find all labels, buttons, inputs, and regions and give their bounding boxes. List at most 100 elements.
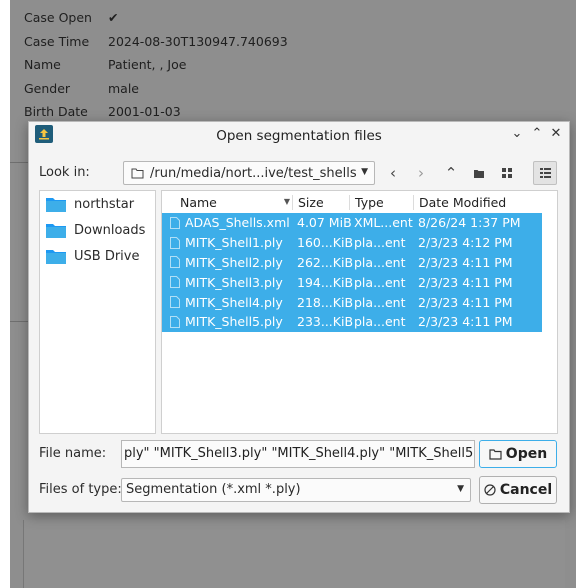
file-name: MITK_Shell4.ply: [185, 294, 283, 310]
close-icon[interactable]: ✕: [548, 126, 564, 144]
file-row[interactable]: MITK_Shell4.ply 218...KiB pla...ent 2/3/…: [162, 292, 542, 312]
background-lower-panel: [23, 520, 565, 588]
file-icon: [170, 276, 180, 289]
file-type: XML...ent: [354, 215, 413, 231]
open-file-dialog: Open segmentation files ⌄ ⌃ ✕ Look in: /…: [28, 121, 570, 513]
places-sidebar: northstar Downloads USB Drive: [39, 190, 156, 434]
file-icon: [170, 296, 180, 309]
field-label: Case Open: [24, 10, 92, 26]
file-name: MITK_Shell1.ply: [185, 235, 283, 251]
column-date-modified[interactable]: Date Modified: [413, 194, 533, 210]
sidebar-item-label: northstar: [74, 196, 135, 212]
folder-icon: [131, 168, 144, 179]
file-name-row: File name: ply" "MITK_Shell3.ply" "MITK_…: [39, 440, 559, 468]
sidebar-item-label: USB Drive: [74, 248, 140, 264]
sidebar-item-northstar[interactable]: northstar: [40, 191, 155, 217]
file-row[interactable]: MITK_Shell3.ply 194...KiB pla...ent 2/3/…: [162, 272, 542, 293]
files-of-type-label: Files of type:: [39, 482, 122, 497]
list-view-icon[interactable]: [495, 161, 519, 185]
file-type: pla...ent: [354, 314, 406, 330]
files-of-type-row: Files of type: Segmentation (*.xml *.ply…: [39, 476, 559, 504]
file-type: pla...ent: [354, 294, 406, 310]
files-of-type-combo[interactable]: Segmentation (*.xml *.ply) ▼: [121, 478, 471, 502]
field-value: 2024-08-30T130947.740693: [108, 33, 288, 49]
file-type: pla...ent: [354, 235, 406, 251]
open-button[interactable]: Open: [479, 440, 557, 468]
file-name: ADAS_Shells.xml: [185, 215, 290, 231]
file-size: 262...KiB: [297, 254, 354, 270]
case-time-row: Case Time 2024-08-30T130947.740693: [24, 30, 288, 54]
file-date: 2/3/23 4:11 PM: [418, 314, 513, 330]
field-label: Case Time: [24, 33, 90, 49]
file-icon: [170, 216, 180, 229]
field-label: Name: [24, 57, 61, 73]
path-text: /run/media/nort...ive/test_shells: [150, 166, 357, 181]
cancel-icon: [484, 484, 496, 496]
file-name-input[interactable]: ply" "MITK_Shell3.ply" "MITK_Shell4.ply"…: [121, 440, 475, 468]
column-size[interactable]: Size: [292, 194, 349, 210]
file-size: 218...KiB: [297, 294, 354, 310]
file-name-label: File name:: [39, 446, 107, 461]
field-value: 2001-01-03: [108, 104, 181, 120]
name-row: Name Patient, , Joe: [24, 53, 288, 77]
file-size: 4.07 MiB: [297, 215, 352, 231]
file-date: 2/3/23 4:11 PM: [418, 294, 513, 310]
dropdown-arrow-icon: ▼: [457, 484, 464, 494]
detail-view-icon[interactable]: [533, 161, 557, 185]
file-date: 2/3/23 4:12 PM: [418, 235, 513, 251]
look-in-row: Look in: /run/media/nort...ive/test_shel…: [39, 161, 559, 185]
file-date: 8/26/24 1:37 PM: [418, 215, 521, 231]
file-size: 160...KiB: [297, 235, 354, 251]
file-size: 233...KiB: [297, 314, 354, 330]
file-row[interactable]: MITK_Shell1.ply 160...KiB pla...ent 2/3/…: [162, 232, 542, 253]
file-size: 194...KiB: [297, 274, 354, 290]
file-name: MITK_Shell5.ply: [185, 314, 283, 330]
path-combo[interactable]: /run/media/nort...ive/test_shells ▼: [123, 161, 375, 185]
case-info: Case Open ✔ Case Time 2024-08-30T130947.74…: [24, 6, 288, 124]
file-list: Name ▼ Size Type Date Modified ADAS_Shell…: [161, 190, 558, 434]
folder-icon: [46, 224, 66, 238]
open-button-label: Open: [505, 446, 548, 462]
folder-icon: [489, 449, 502, 460]
back-icon[interactable]: ‹: [381, 161, 405, 185]
field-label: Birth Date: [24, 104, 88, 120]
sort-indicator-icon: ▼: [283, 196, 290, 206]
file-name: MITK_Shell2.ply: [185, 254, 283, 270]
parent-dir-icon[interactable]: ⌃: [439, 161, 463, 185]
birth-date-row: Birth Date 2001-01-03: [24, 100, 288, 124]
column-name[interactable]: Name ▼: [162, 195, 292, 210]
field-value: Patient, , Joe: [108, 57, 187, 73]
file-rows: ADAS_Shells.xml 4.07 MiB XML...ent 8/26/…: [162, 213, 542, 332]
sidebar-item-label: Downloads: [74, 222, 146, 238]
file-list-header: Name ▼ Size Type Date Modified: [162, 191, 557, 213]
file-type: pla...ent: [354, 274, 406, 290]
field-value: male: [108, 80, 139, 96]
file-date: 2/3/23 4:11 PM: [418, 254, 513, 270]
title-bar[interactable]: Open segmentation files ⌄ ⌃ ✕: [29, 122, 569, 149]
gender-row: Gender male: [24, 77, 288, 101]
folder-icon: [46, 250, 66, 264]
file-icon: [170, 315, 180, 328]
file-type: pla...ent: [354, 254, 406, 270]
look-in-label: Look in:: [39, 165, 90, 180]
dialog-title: Open segmentation files: [216, 127, 382, 144]
file-name: MITK_Shell3.ply: [185, 274, 283, 290]
file-icon: [170, 256, 180, 269]
sidebar-item-downloads[interactable]: Downloads: [40, 217, 155, 243]
dropdown-arrow-icon: ▼: [361, 167, 368, 177]
field-value: ✔: [108, 10, 119, 26]
files-of-type-value: Segmentation (*.xml *.ply): [126, 482, 301, 497]
sidebar-item-usb-drive[interactable]: USB Drive: [40, 243, 155, 269]
new-folder-icon[interactable]: [467, 161, 491, 185]
case-open-row: Case Open ✔: [24, 6, 288, 30]
maximize-icon[interactable]: ⌃: [529, 126, 545, 144]
minimize-icon[interactable]: ⌄: [509, 126, 525, 144]
file-row[interactable]: MITK_Shell5.ply 233...KiB pla...ent 2/3/…: [162, 311, 542, 332]
cancel-button[interactable]: Cancel: [479, 476, 557, 504]
column-type[interactable]: Type: [349, 194, 413, 210]
cancel-button-label: Cancel: [499, 482, 553, 498]
folder-icon: [46, 198, 66, 212]
file-row[interactable]: ADAS_Shells.xml 4.07 MiB XML...ent 8/26/…: [162, 213, 542, 233]
forward-icon[interactable]: ›: [409, 161, 433, 185]
file-row[interactable]: MITK_Shell2.ply 262...KiB pla...ent 2/3/…: [162, 252, 542, 273]
